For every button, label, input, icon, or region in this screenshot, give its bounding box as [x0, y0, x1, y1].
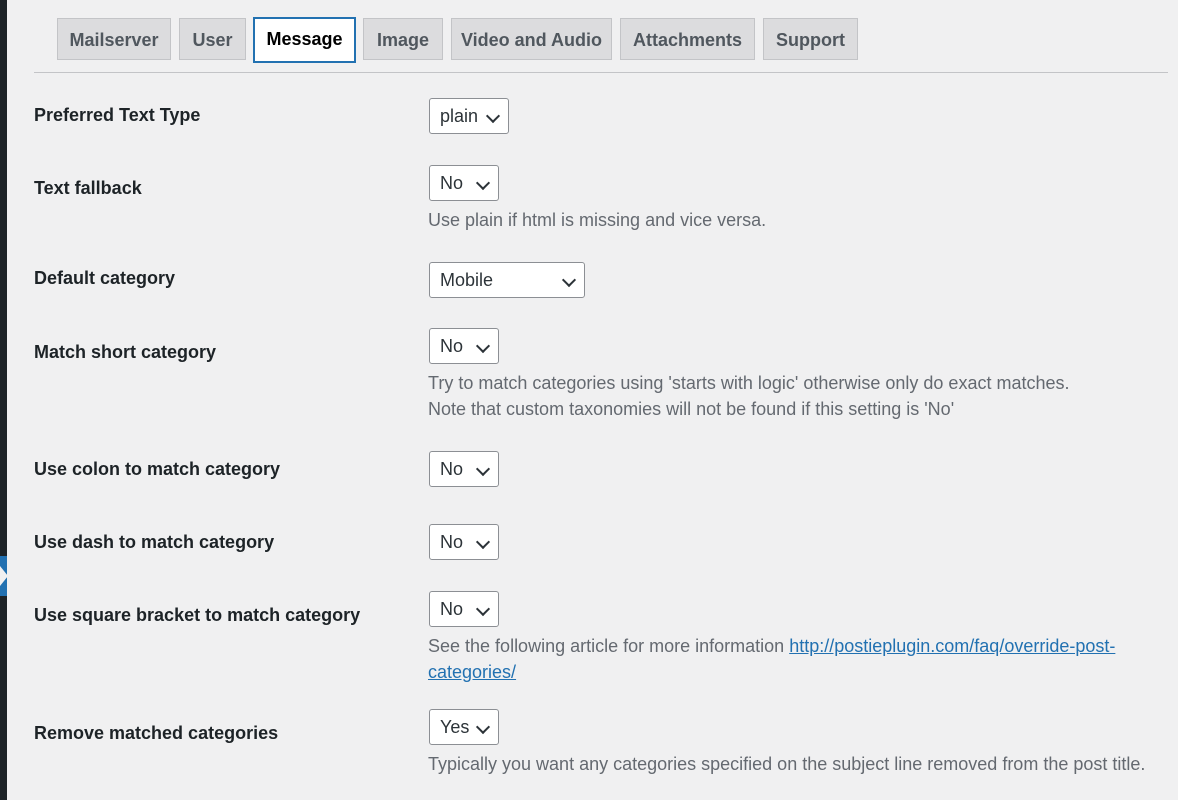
remove-matched-select[interactable]: Yes — [429, 709, 499, 745]
use-square-bracket-link-continued: categories/ — [428, 659, 516, 685]
chevron-down-icon — [475, 338, 491, 354]
tab-message[interactable]: Message — [253, 17, 356, 63]
default-category-value: Mobile — [440, 270, 494, 290]
tab-mailserver[interactable]: Mailserver — [57, 18, 171, 60]
preferred-text-type-value: plain — [440, 106, 479, 126]
chevron-down-icon — [475, 175, 491, 191]
use-dash-value: No — [440, 532, 464, 552]
use-dash-label: Use dash to match category — [34, 532, 275, 552]
match-short-category-description-2: Note that custom taxonomies will not be … — [428, 399, 955, 419]
match-short-category-label: Match short category — [34, 342, 217, 362]
text-fallback-value: No — [440, 173, 464, 193]
chevron-down-icon — [475, 534, 491, 550]
tab-image[interactable]: Image — [363, 18, 443, 60]
remove-matched-description: Typically you want any categories specif… — [428, 754, 1146, 774]
chevron-down-icon — [475, 461, 491, 477]
use-square-bracket-value: No — [440, 599, 464, 619]
tab-support[interactable]: Support — [763, 18, 858, 60]
use-colon-label: Use colon to match category — [34, 459, 281, 479]
match-short-category-value: No — [440, 336, 464, 356]
tab-user[interactable]: User — [179, 18, 246, 60]
admin-sidebar-edge — [0, 0, 7, 800]
use-square-bracket-description-text: See the following article for more infor… — [428, 636, 785, 656]
override-post-categories-link[interactable]: http://postieplugin.com/faq/override-pos… — [789, 636, 1115, 656]
use-colon-select[interactable]: No — [429, 451, 499, 487]
remove-matched-label: Remove matched categories — [34, 723, 279, 743]
chevron-down-icon — [475, 601, 491, 617]
tab-attachments[interactable]: Attachments — [620, 18, 755, 60]
tab-video-and-audio[interactable]: Video and Audio — [451, 18, 612, 60]
text-fallback-description: Use plain if html is missing and vice ve… — [428, 210, 767, 230]
text-fallback-label: Text fallback — [34, 178, 142, 198]
preferred-text-type-label: Preferred Text Type — [34, 105, 201, 125]
default-category-label: Default category — [34, 268, 176, 288]
use-square-bracket-select[interactable]: No — [429, 591, 499, 627]
admin-sidebar-notch — [0, 566, 8, 586]
text-fallback-select[interactable]: No — [429, 165, 499, 201]
use-colon-value: No — [440, 459, 464, 479]
use-dash-select[interactable]: No — [429, 524, 499, 560]
default-category-select[interactable]: Mobile — [429, 262, 585, 298]
remove-matched-value: Yes — [440, 717, 470, 737]
use-square-bracket-label: Use square bracket to match category — [34, 605, 361, 625]
match-short-category-select[interactable]: No — [429, 328, 499, 364]
chevron-down-icon — [475, 719, 491, 735]
settings-tabs: Mailserver User Message Image Video and … — [34, 17, 1168, 73]
preferred-text-type-select[interactable]: plain — [429, 98, 509, 134]
chevron-down-icon — [485, 108, 501, 124]
override-post-categories-link-continued[interactable]: categories/ — [428, 662, 516, 682]
use-square-bracket-description: See the following article for more infor… — [428, 633, 1115, 659]
chevron-down-icon — [561, 272, 577, 288]
match-short-category-description-1: Try to match categories using 'starts wi… — [428, 373, 1070, 393]
